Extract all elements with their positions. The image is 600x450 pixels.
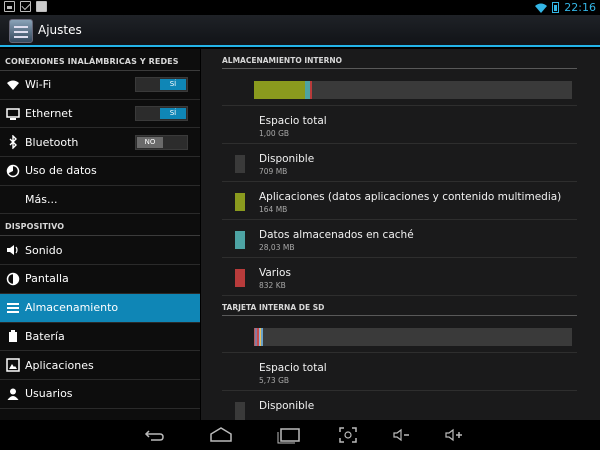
- wifi-icon: [535, 3, 548, 13]
- sidebar-item-bluetooth[interactable]: Bluetooth NO: [0, 128, 200, 158]
- battery-icon: [552, 2, 560, 13]
- color-swatch: [235, 193, 245, 211]
- item-title: Aplicaciones (datos aplicaciones y conte…: [259, 191, 562, 203]
- color-swatch: [235, 269, 245, 287]
- internal-cache[interactable]: Datos almacenados en caché 28,03 MB: [222, 220, 577, 258]
- sidebar-item-data-usage[interactable]: Uso de datos: [0, 157, 200, 186]
- apps-icon: [6, 358, 20, 372]
- sidebar-item-label: Ethernet: [25, 107, 73, 121]
- wifi-icon: [7, 80, 19, 90]
- sidebar-item-more[interactable]: Más...: [0, 186, 200, 215]
- ethernet-icon: [6, 107, 20, 120]
- sd-total-space: Espacio total 5,73 GB: [222, 353, 577, 391]
- mail-icon: [20, 1, 31, 12]
- status-bar: 22:16: [0, 0, 600, 15]
- item-title: Disponible: [259, 153, 315, 165]
- internal-available[interactable]: Disponible 709 MB: [222, 144, 577, 182]
- item-title: Espacio total: [259, 115, 327, 127]
- clock: 22:16: [564, 1, 596, 14]
- volume-up-icon[interactable]: [444, 426, 464, 444]
- item-value: 164 MB: [259, 205, 288, 214]
- item-title: Varios: [259, 267, 291, 279]
- item-title: Espacio total: [259, 362, 327, 374]
- display-icon: [6, 272, 20, 286]
- sidebar-item-battery[interactable]: Batería: [0, 323, 200, 352]
- usage-segment: [254, 81, 305, 99]
- bluetooth-icon: [9, 135, 17, 150]
- sd-usage-bar: [254, 328, 572, 346]
- section-header-wireless: CONEXIONES INALÁMBRICAS Y REDES: [0, 49, 200, 71]
- users-icon: [7, 388, 19, 400]
- toggle-label: SÍ: [160, 108, 186, 120]
- sidebar-item-label: Sonido: [25, 243, 63, 257]
- internal-misc[interactable]: Varios 832 KB: [222, 258, 577, 296]
- sidebar-item-label: Pantalla: [25, 272, 69, 286]
- section-header-sd-storage: TARJETA INTERNA DE SD: [222, 296, 577, 316]
- sidebar-item-apps[interactable]: Aplicaciones: [0, 351, 200, 380]
- volume-down-icon[interactable]: [392, 426, 412, 444]
- item-value: 1,00 GB: [259, 129, 290, 138]
- internal-apps[interactable]: Aplicaciones (datos aplicaciones y conte…: [222, 182, 577, 220]
- sidebar-item-label: Bluetooth: [25, 135, 79, 149]
- item-value: 28,03 MB: [259, 243, 295, 252]
- sidebar-item-label: Más...: [25, 193, 58, 207]
- screenshot-icon[interactable]: [338, 426, 358, 444]
- sidebar-item-sound[interactable]: Sonido: [0, 236, 200, 266]
- sidebar-item-label: Usuarios: [25, 387, 73, 401]
- item-title: Datos almacenados en caché: [259, 229, 414, 241]
- item-value: 709 MB: [259, 167, 288, 176]
- home-icon[interactable]: [209, 426, 233, 444]
- action-bar: Ajustes: [0, 15, 600, 47]
- color-swatch: [235, 231, 245, 249]
- color-swatch: [235, 402, 245, 420]
- page-title: Ajustes: [38, 23, 82, 37]
- section-header-internal-storage: ALMACENAMIENTO INTERNO: [222, 49, 577, 69]
- sidebar-item-label: Almacenamiento: [25, 301, 119, 315]
- item-title: Disponible: [259, 400, 315, 412]
- storage-icon: [7, 302, 19, 313]
- ethernet-toggle[interactable]: SÍ: [135, 106, 188, 122]
- data-usage-icon: [6, 164, 20, 178]
- sd-available[interactable]: Disponible: [222, 391, 577, 420]
- photo-icon: [4, 1, 15, 12]
- battery-icon: [9, 330, 17, 343]
- sidebar-item-wifi[interactable]: Wi-Fi SÍ: [0, 71, 200, 100]
- color-swatch: [235, 155, 245, 173]
- sidebar-item-storage[interactable]: Almacenamiento: [0, 293, 200, 323]
- item-value: 5,73 GB: [259, 376, 290, 385]
- usage-segment: [309, 81, 312, 99]
- sound-icon: [7, 245, 18, 256]
- bluetooth-toggle[interactable]: NO: [135, 134, 188, 150]
- navigation-bar: [0, 420, 600, 450]
- item-value: 832 KB: [259, 281, 286, 290]
- usage-segment: [261, 328, 263, 346]
- settings-app-icon[interactable]: [9, 19, 33, 43]
- internal-usage-bar-row: [222, 69, 577, 106]
- sidebar-item-display[interactable]: Pantalla: [0, 265, 200, 294]
- back-icon[interactable]: [143, 426, 165, 444]
- internal-total-space: Espacio total 1,00 GB: [222, 106, 577, 144]
- toggle-label: SÍ: [160, 79, 186, 91]
- sidebar-item-users[interactable]: Usuarios: [0, 380, 200, 409]
- wifi-toggle[interactable]: SÍ: [135, 77, 188, 93]
- recent-apps-icon[interactable]: [277, 426, 301, 444]
- toggle-label: NO: [137, 136, 163, 148]
- sidebar-item-label: Wi-Fi: [25, 78, 52, 92]
- sidebar-item-label: Uso de datos: [25, 164, 97, 178]
- check-icon: [36, 1, 47, 12]
- internal-usage-bar: [254, 81, 572, 99]
- sidebar-item-label: Aplicaciones: [25, 358, 94, 372]
- sidebar-item-ethernet[interactable]: Ethernet SÍ: [0, 100, 200, 129]
- settings-sidebar: CONEXIONES INALÁMBRICAS Y REDES Wi-Fi SÍ…: [0, 49, 200, 420]
- section-header-device: DISPOSITIVO: [0, 214, 200, 237]
- storage-panel: ALMACENAMIENTO INTERNO Espacio total 1,0…: [201, 49, 600, 420]
- sidebar-item-label: Batería: [25, 329, 65, 343]
- sd-usage-bar-row: [222, 316, 577, 353]
